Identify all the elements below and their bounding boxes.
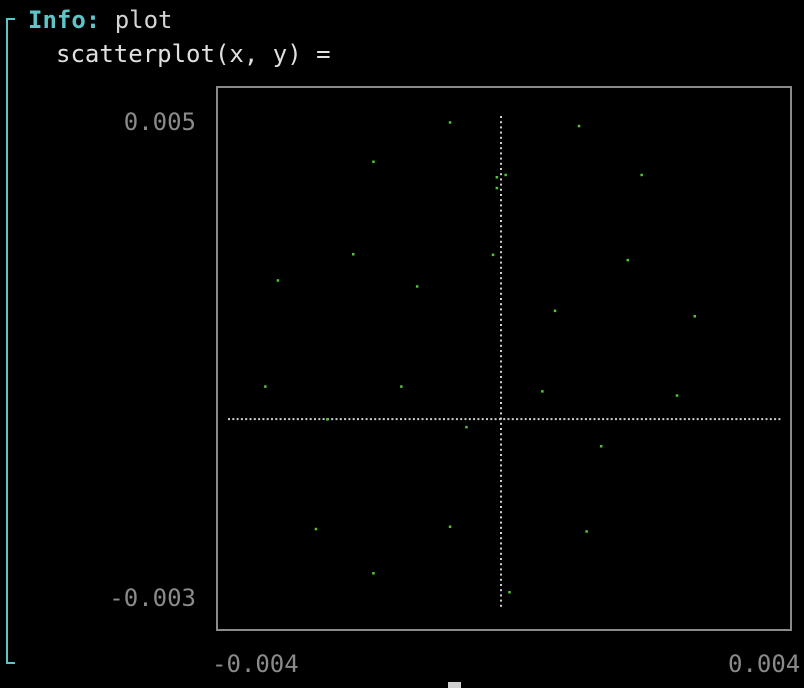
scatter-point-5 (352, 253, 355, 256)
scatter-point-24 (675, 394, 679, 397)
scatter-point-9 (448, 121, 452, 124)
scatter-point-21 (599, 445, 603, 448)
terminal-cursor (448, 682, 461, 688)
scatter-point-0 (264, 385, 267, 388)
scatter-point-19 (577, 124, 581, 128)
scatter-point-8 (415, 285, 419, 288)
x-zero-axis-line (228, 418, 781, 421)
scatter-point-13 (495, 186, 499, 190)
scatter-point-3 (326, 418, 329, 421)
zero-axes (228, 116, 781, 607)
scatter-point-7 (400, 385, 403, 388)
scatter-point-17 (541, 390, 544, 393)
scatter-point-11 (465, 425, 468, 429)
scatter-point-4 (372, 160, 375, 163)
scatter-point-23 (640, 173, 643, 177)
scatter-point-15 (504, 173, 507, 177)
scatter-point-10 (448, 525, 452, 528)
plot-frame (216, 86, 792, 631)
scatter-point-6 (372, 572, 375, 575)
scatter-point-16 (508, 591, 511, 594)
scatter-point-18 (553, 309, 557, 313)
scatter-point-25 (693, 315, 696, 318)
scatter-point-2 (314, 527, 318, 531)
scatter-point-22 (626, 258, 629, 262)
scatter-plot (216, 86, 792, 631)
scatter-point-20 (585, 530, 588, 533)
scatter-point-12 (491, 253, 495, 257)
y-zero-axis-line (500, 116, 502, 607)
data-points (264, 121, 696, 594)
scatter-point-1 (276, 279, 280, 282)
scatter-point-14 (495, 176, 499, 179)
